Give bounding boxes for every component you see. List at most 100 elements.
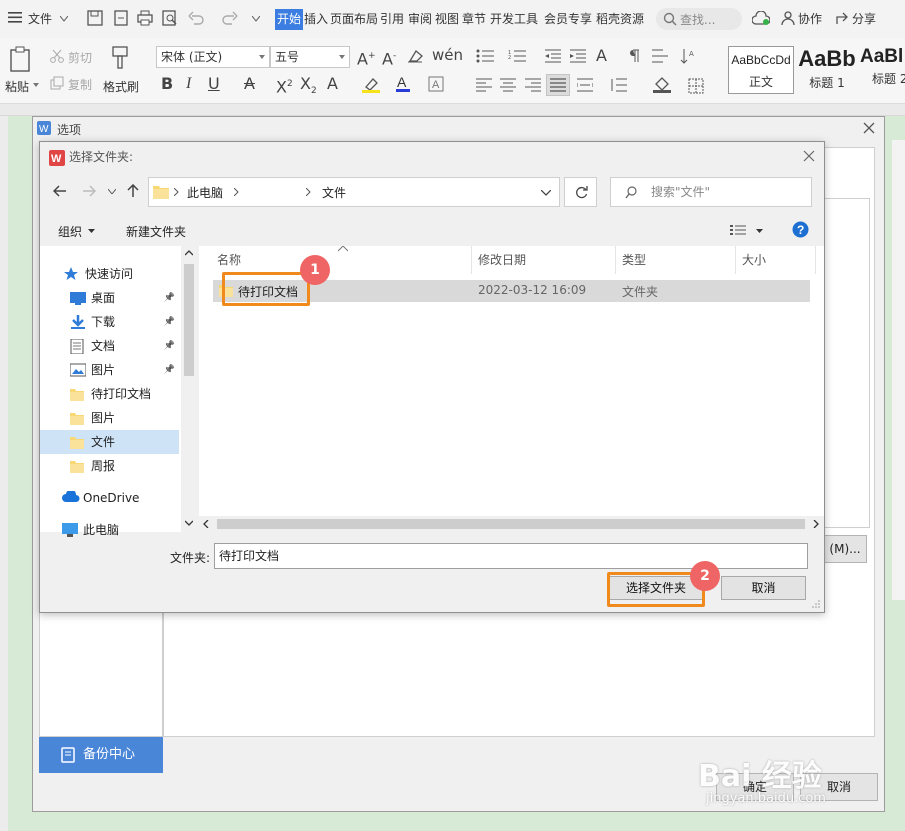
address-bar[interactable]: 此电脑 文件 bbox=[148, 177, 560, 207]
style-heading-1[interactable]: AaBb 标题 1 bbox=[796, 46, 858, 94]
distribute-icon[interactable] bbox=[577, 78, 593, 92]
view-options-icon[interactable] bbox=[730, 224, 746, 236]
vertical-scrollbar[interactable] bbox=[181, 246, 197, 532]
sidebar-item[interactable]: 文件 bbox=[40, 430, 179, 454]
pin-icon[interactable]: 📌 bbox=[164, 334, 175, 358]
char-border-icon[interactable]: A bbox=[428, 76, 444, 92]
copy-button[interactable]: 复制 bbox=[68, 76, 92, 93]
tab-view[interactable]: 视图 bbox=[435, 9, 459, 30]
shading-icon[interactable] bbox=[653, 77, 671, 93]
highlight-icon[interactable] bbox=[362, 77, 380, 93]
share-icon[interactable] bbox=[835, 11, 849, 25]
search-command[interactable]: 查找... bbox=[656, 8, 742, 30]
justify-button[interactable] bbox=[546, 74, 570, 96]
horizontal-scrollbar[interactable] bbox=[199, 516, 824, 532]
sidebar-item[interactable]: 桌面 📌 bbox=[40, 286, 179, 310]
column-header-size[interactable]: 大小 bbox=[736, 246, 816, 274]
tab-review[interactable]: 审阅 bbox=[408, 9, 432, 30]
tab-member[interactable]: 会员专享 bbox=[544, 9, 592, 30]
chevron-down-icon[interactable] bbox=[60, 16, 68, 22]
sidebar-item[interactable]: 快速访问 bbox=[40, 262, 179, 286]
sidebar-item[interactable]: 文档 📌 bbox=[40, 334, 179, 358]
breadcrumb-this-pc[interactable]: 此电脑 bbox=[187, 184, 223, 201]
paste-icon[interactable] bbox=[9, 46, 31, 72]
resize-grip-icon[interactable] bbox=[812, 600, 820, 608]
organize-menu[interactable]: 组织 bbox=[58, 223, 82, 240]
sidebar-item[interactable]: OneDrive bbox=[40, 486, 179, 510]
tab-home[interactable]: 开始 bbox=[275, 9, 304, 30]
sidebar-item[interactable]: 图片 bbox=[40, 406, 179, 430]
collab-icon[interactable] bbox=[781, 11, 795, 26]
text-effect-icon[interactable]: A bbox=[327, 74, 338, 94]
sidebar-item[interactable]: 此电脑 bbox=[40, 518, 179, 542]
font-color-icon[interactable]: A bbox=[396, 75, 410, 93]
recent-locations-icon[interactable] bbox=[108, 189, 116, 194]
line-spacing-icon[interactable] bbox=[652, 49, 668, 63]
paste-dropdown-icon[interactable] bbox=[33, 83, 39, 87]
backup-center-button[interactable]: 备份中心 bbox=[39, 737, 163, 773]
grow-font-icon[interactable]: A+ bbox=[357, 46, 376, 69]
undo-icon[interactable] bbox=[188, 11, 204, 25]
breadcrumb-files[interactable]: 文件 bbox=[322, 184, 346, 201]
organize-dropdown-icon[interactable] bbox=[88, 229, 95, 233]
style-heading-2[interactable]: AaBl 标题 2 bbox=[860, 46, 905, 94]
borders-icon[interactable] bbox=[688, 78, 704, 94]
print-preview-icon[interactable] bbox=[162, 10, 178, 26]
save-icon[interactable] bbox=[87, 10, 103, 26]
superscript-icon[interactable]: X2 bbox=[276, 74, 293, 97]
horizontal-scroll-thumb[interactable] bbox=[217, 519, 805, 529]
refresh-button[interactable] bbox=[564, 177, 597, 207]
tab-references[interactable]: 引用 bbox=[380, 9, 404, 30]
tab-page-layout[interactable]: 页面布局 bbox=[330, 9, 378, 30]
export-pdf-icon[interactable] bbox=[113, 10, 129, 26]
pin-icon[interactable]: 📌 bbox=[164, 358, 175, 382]
sidebar-item[interactable]: 下载 📌 bbox=[40, 310, 179, 334]
paste-button[interactable]: 粘贴 bbox=[5, 78, 29, 95]
folder-name-input[interactable]: 待打印文档 bbox=[214, 543, 808, 569]
decrease-indent-icon[interactable] bbox=[545, 49, 561, 63]
underline-icon[interactable]: U bbox=[208, 74, 220, 94]
sidebar-item[interactable]: 图片 📌 bbox=[40, 358, 179, 382]
view-dropdown-icon[interactable] bbox=[756, 229, 763, 233]
format-painter-icon[interactable] bbox=[110, 46, 130, 70]
pin-icon[interactable]: 📌 bbox=[164, 310, 175, 334]
print-icon[interactable] bbox=[137, 10, 153, 26]
phonetic-guide-icon[interactable]: wén bbox=[432, 45, 463, 65]
close-icon[interactable] bbox=[803, 150, 815, 162]
copy-icon[interactable] bbox=[50, 76, 64, 90]
redo-icon[interactable] bbox=[222, 11, 238, 25]
sidebar-item[interactable]: 周报 bbox=[40, 454, 179, 478]
help-icon[interactable]: ? bbox=[792, 221, 809, 238]
collab-button[interactable]: 协作 bbox=[798, 9, 822, 30]
align-left-icon[interactable] bbox=[476, 78, 492, 92]
subscript-icon[interactable]: X2 bbox=[300, 74, 317, 101]
pin-icon[interactable]: 📌 bbox=[164, 286, 175, 310]
cloud-sync-icon[interactable] bbox=[752, 11, 770, 26]
paragraph-spacing-icon[interactable] bbox=[609, 78, 627, 92]
bold-icon[interactable]: B bbox=[161, 74, 173, 94]
chinese-layout-icon[interactable]: A bbox=[596, 46, 607, 66]
scissors-icon[interactable] bbox=[50, 49, 64, 63]
align-center-icon[interactable] bbox=[500, 78, 516, 92]
numbered-list-icon[interactable]: 12 bbox=[508, 49, 526, 63]
shrink-font-icon[interactable]: A- bbox=[382, 46, 396, 69]
forward-arrow-icon[interactable] bbox=[82, 185, 96, 197]
scroll-down-icon[interactable] bbox=[185, 520, 193, 526]
bullet-list-icon[interactable] bbox=[476, 49, 494, 63]
vertical-scroll-thumb[interactable] bbox=[184, 264, 194, 376]
column-header-name[interactable]: 名称 bbox=[199, 246, 472, 274]
cut-button[interactable]: 剪切 bbox=[68, 49, 92, 66]
scroll-up-icon[interactable] bbox=[185, 250, 193, 256]
column-header-type[interactable]: 类型 bbox=[616, 246, 736, 274]
scroll-left-icon[interactable] bbox=[203, 520, 209, 528]
tab-developer[interactable]: 开发工具 bbox=[490, 9, 538, 30]
scroll-right-icon[interactable] bbox=[813, 520, 819, 528]
font-size-select[interactable]: 五号 bbox=[270, 46, 350, 68]
tab-docer[interactable]: 稻壳资源 bbox=[596, 9, 644, 30]
italic-icon[interactable]: I bbox=[186, 74, 191, 94]
sort-icon[interactable]: A bbox=[680, 48, 696, 64]
hamburger-menu-icon[interactable] bbox=[8, 10, 22, 24]
format-painter-button[interactable]: 格式刷 bbox=[103, 78, 139, 95]
tab-insert[interactable]: 插入 bbox=[304, 9, 328, 30]
back-arrow-icon[interactable] bbox=[53, 185, 67, 197]
